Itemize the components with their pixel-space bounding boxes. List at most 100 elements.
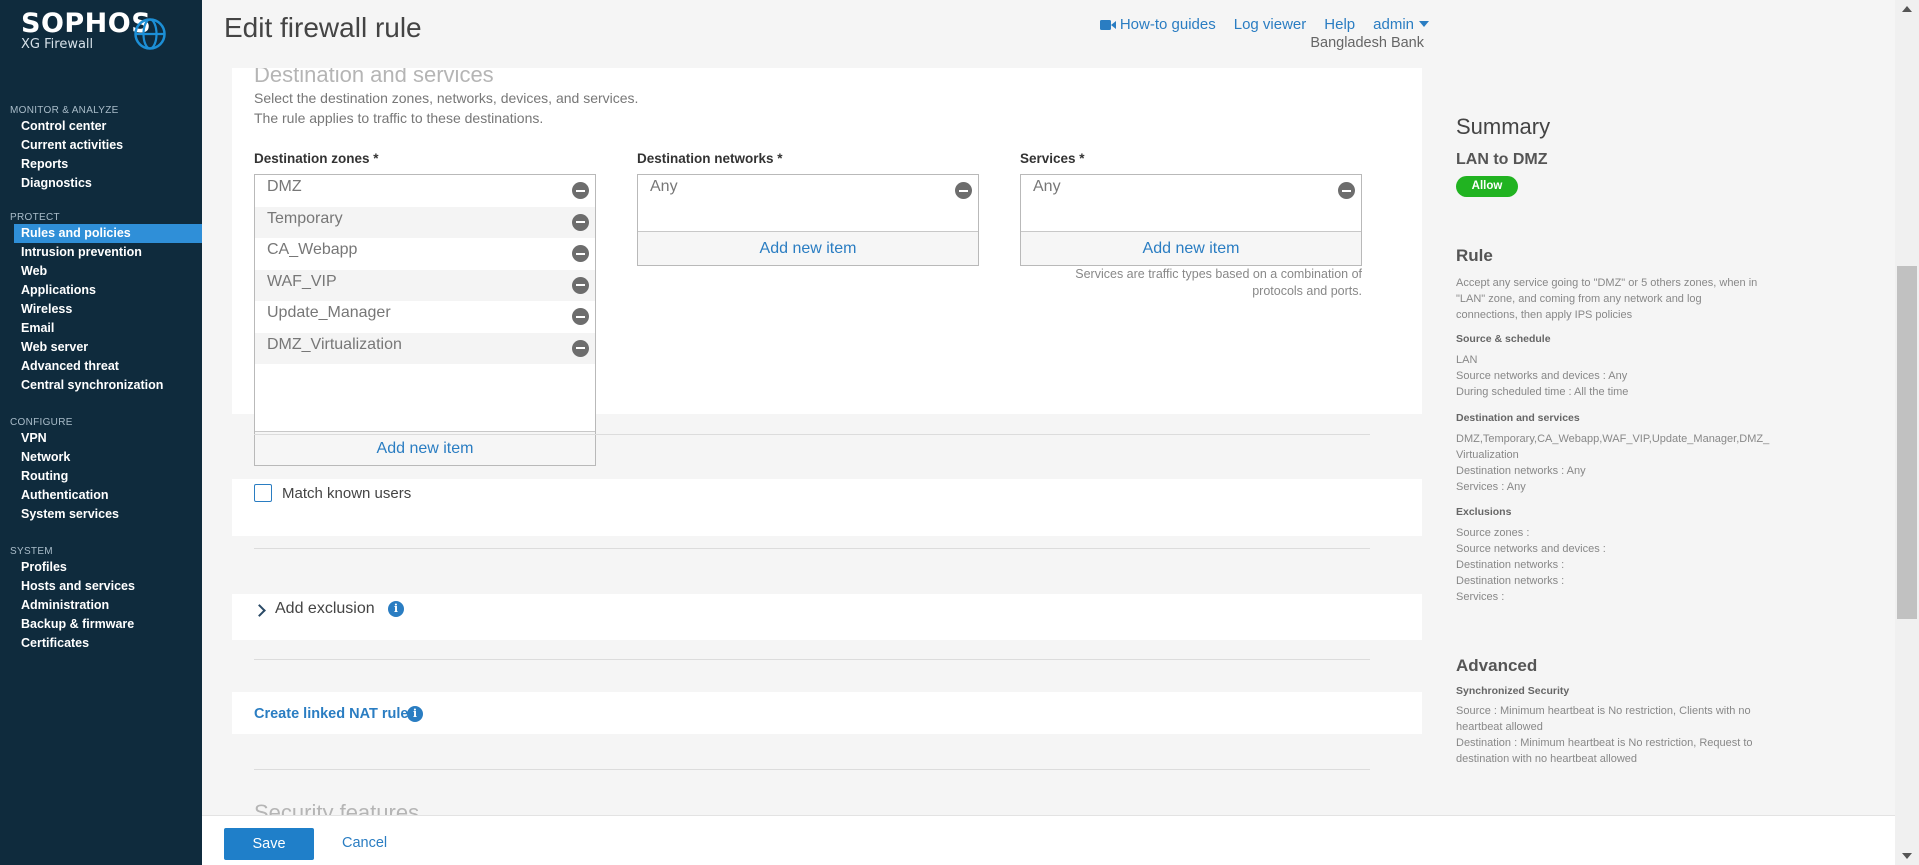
list-item: CA_Webapp [255,238,595,270]
summary-panel: Summary LAN to DMZ Allow Rule Accept any… [1440,68,1895,865]
scroll-thumb[interactable] [1897,266,1917,619]
remove-icon[interactable] [955,182,972,199]
add-exclusion-toggle[interactable]: Add exclusion [275,600,375,618]
log-viewer-link[interactable]: Log viewer [1234,16,1307,33]
nav-item-administration[interactable]: Administration [0,596,202,615]
summary-line: Services : [1456,591,1505,603]
destination-networks-list[interactable]: Any Add new item [637,174,979,266]
security-features-heading: Security features [254,800,420,815]
nav-item-routing[interactable]: Routing [0,467,202,486]
summary-line: Destination : Minimum heartbeat is No re… [1456,737,1753,749]
nav-item-reports[interactable]: Reports [0,155,202,174]
nav-item-advanced-threat[interactable]: Advanced threat [0,357,202,376]
remove-icon[interactable] [572,245,589,262]
add-zone-button[interactable]: Add new item [255,431,595,465]
create-linked-nat-rule-link[interactable]: Create linked NAT rule [254,706,408,722]
nav-item-central-synchronization[interactable]: Central synchronization [0,376,202,395]
sidebar: SOPHOS XG Firewall MONITOR & ANALYZE Con… [0,0,202,865]
how-to-guides-label: How-to guides [1119,16,1216,33]
summary-line: Source networks and devices : Any [1456,370,1628,382]
destination-section-heading: Destination and services [254,68,494,87]
summary-line: Destination networks : [1456,559,1565,571]
summary-rule-heading: Rule [1456,246,1493,265]
user-name: admin [1373,16,1414,33]
scroll-down-icon[interactable] [1902,853,1912,859]
how-to-guides-link[interactable]: How-to guides [1099,16,1216,33]
nav-item-diagnostics[interactable]: Diagnostics [0,174,202,193]
page-scrollbar[interactable] [1895,0,1919,865]
zone-label: WAF_VIP [267,272,337,290]
destination-zones-list[interactable]: DMZ Temporary CA_Webapp WAF_VIP Update_M… [254,174,596,466]
save-button[interactable]: Save [224,828,314,860]
remove-icon[interactable] [572,182,589,199]
summary-sync-heading: Synchronized Security [1456,685,1570,697]
match-known-users-label: Match known users [282,485,412,502]
destination-networks-label: Destination networks * [637,151,783,166]
services-note: Services are traffic types based on a co… [1020,266,1362,300]
nav-item-email[interactable]: Email [0,319,202,338]
nav-section-title: MONITOR & ANALYZE [10,105,119,116]
zone-label: CA_Webapp [267,241,358,258]
info-icon[interactable]: i [388,601,404,617]
nav-item-authentication[interactable]: Authentication [0,486,202,505]
remove-icon[interactable] [1338,182,1355,199]
summary-advanced-heading: Advanced [1456,656,1538,675]
nav-section-title: CONFIGURE [10,417,73,428]
remove-icon[interactable] [572,213,589,231]
services-note-line: protocols and ports. [1252,284,1362,298]
nav-item-rules-and-policies[interactable]: Rules and policies [14,224,202,243]
divider [254,659,1370,660]
nav-item-network[interactable]: Network [0,448,202,467]
nav-item-backup-firmware[interactable]: Backup & firmware [0,615,202,634]
brand-logo[interactable]: SOPHOS XG Firewall [21,8,166,52]
service-label: Any [1033,178,1061,195]
video-camera-icon [1099,20,1116,30]
add-service-button[interactable]: Add new item [1021,231,1361,265]
nav-item-web-server[interactable]: Web server [0,338,202,357]
brand-name: SOPHOS [21,8,152,39]
nav-item-hosts-and-services[interactable]: Hosts and services [0,577,202,596]
nav-item-vpn[interactable]: VPN [0,429,202,448]
summary-sync: Source : Minimum heartbeat is No restric… [1456,703,1786,767]
summary-line: During scheduled time : All the time [1456,386,1629,398]
nav-section-system: SYSTEM Profiles Hosts and services Admin… [0,545,202,653]
add-network-button[interactable]: Add new item [638,231,978,265]
remove-icon[interactable] [572,276,589,294]
remove-icon[interactable] [572,339,589,357]
caret-down-icon [1419,21,1429,27]
summary-destination-heading: Destination and services [1456,412,1580,424]
nav-item-current-activities[interactable]: Current activities [0,136,202,155]
nav-section-title: SYSTEM [10,546,53,557]
services-list[interactable]: Any Add new item [1020,174,1362,266]
user-menu[interactable]: admin [1373,16,1429,33]
organization-name: Bangladesh Bank [1310,35,1424,51]
main-content: Destination and services Select the dest… [202,68,1422,815]
sophos-globe-icon [134,18,166,50]
zone-label: DMZ [267,178,302,195]
match-known-users-checkbox[interactable] [254,484,272,502]
nav-item-web[interactable]: Web [0,262,202,281]
scroll-up-icon[interactable] [1902,6,1912,12]
info-icon[interactable]: i [407,706,423,722]
cancel-button[interactable]: Cancel [342,835,387,851]
nav-item-certificates[interactable]: Certificates [0,634,202,653]
divider [254,769,1370,770]
summary-rule-description: Accept any service going to "DMZ" or 5 o… [1456,275,1786,323]
list-item: DMZ_Virtualization [255,332,595,364]
remove-icon[interactable] [572,308,589,325]
divider [254,548,1370,549]
help-link[interactable]: Help [1324,16,1355,33]
header-links: How-to guides Log viewer Help admin [1082,16,1429,33]
summary-line: destination with no heartbeat allowed [1456,753,1638,765]
nav-section-monitor: MONITOR & ANALYZE Control center Current… [0,104,202,193]
nav-item-system-services[interactable]: System services [0,505,202,524]
list-item: Any [1021,175,1361,207]
nav-item-profiles[interactable]: Profiles [0,558,202,577]
summary-line: Source : Minimum heartbeat is No restric… [1456,705,1751,717]
nav-item-applications[interactable]: Applications [0,281,202,300]
nav-item-control-center[interactable]: Control center [0,117,202,136]
nav-item-intrusion-prevention[interactable]: Intrusion prevention [0,243,202,262]
summary-line: DMZ,Temporary,CA_Webapp,WAF_VIP,Update_M… [1456,433,1770,445]
summary-line: Services : Any [1456,481,1526,493]
nav-item-wireless[interactable]: Wireless [0,300,202,319]
